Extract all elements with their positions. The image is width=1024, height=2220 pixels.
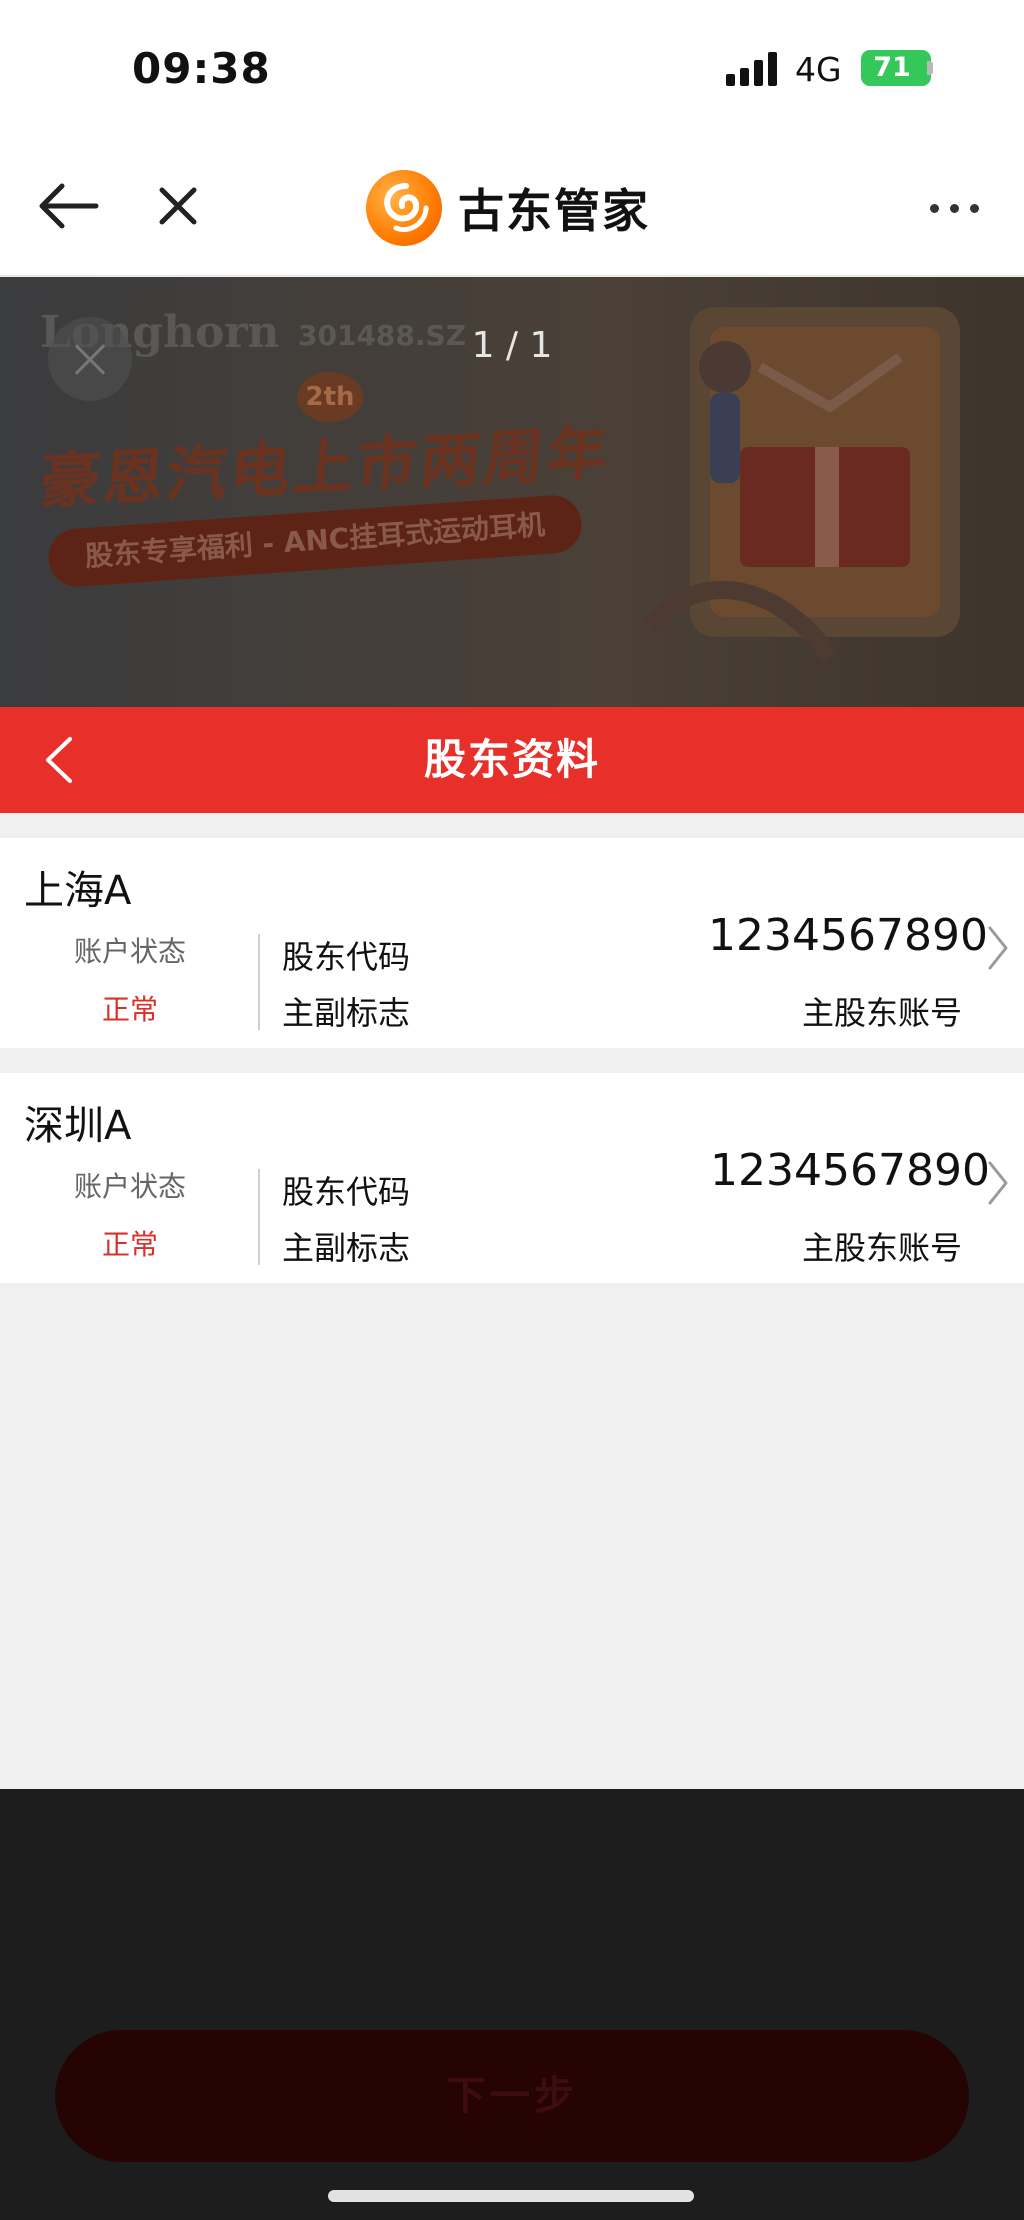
nav-bar: 古东管家 [0,140,1024,276]
home-indicator [328,2190,694,2202]
divider [258,1169,260,1265]
status-bar: 09:38 4G 71 [0,0,1024,140]
primary-flag-label: 主副标志 [282,994,411,1032]
promo-banner: Longhorn 301488.SZ 2th 豪恩汽电上市两周年 股东专享福利 … [0,277,1024,707]
shareholder-code-label: 股东代码 [282,938,411,976]
page-header: 股东资料 [0,707,1024,813]
close-icon[interactable] [150,178,206,234]
signal-icon [726,52,780,86]
banner-anniversary-badge: 2th [297,372,363,422]
battery-level: 71 [873,52,911,83]
account-status-value: 正常 [101,1228,158,1261]
account-type: 主股东账号 [801,994,962,1032]
chevron-right-icon[interactable] [986,924,1010,972]
account-status-value: 正常 [101,993,158,1026]
account-status-label: 账户状态 [73,1170,186,1203]
account-market: 深圳A [24,1103,132,1149]
account-card-shanghai[interactable]: 上海A 账户状态 正常 股东代码 主副标志 1234567890 主股东账号 [0,838,1024,1048]
account-status-label: 账户状态 [73,935,186,968]
battery-icon: 71 [861,50,931,86]
account-number: 1234567890 [708,910,988,961]
more-options-icon[interactable] [930,200,980,216]
account-type: 主股东账号 [801,1229,962,1267]
battery-cap [927,61,933,75]
divider [258,934,260,1030]
app-logo-icon [366,170,442,246]
account-card-shenzhen[interactable]: 深圳A 账户状态 正常 股东代码 主副标志 1234567890 主股东账号 [0,1073,1024,1283]
page-title: 股东资料 [423,735,600,784]
app-title: 古东管家 [458,184,650,238]
image-counter: 1 / 1 [471,325,553,366]
status-time: 09:38 [132,44,271,93]
account-number: 1234567890 [710,1145,990,1196]
primary-flag-label: 主副标志 [282,1229,411,1267]
banner-close-icon[interactable] [48,317,132,401]
back-arrow-icon[interactable] [36,178,100,234]
network-type: 4G [795,50,842,89]
shareholder-code-label: 股东代码 [282,1173,411,1211]
next-step-button[interactable]: 下一步 [55,2030,969,2162]
account-market: 上海A [24,868,132,914]
brand: 古东管家 [366,170,650,246]
chevron-right-icon[interactable] [986,1159,1010,1207]
